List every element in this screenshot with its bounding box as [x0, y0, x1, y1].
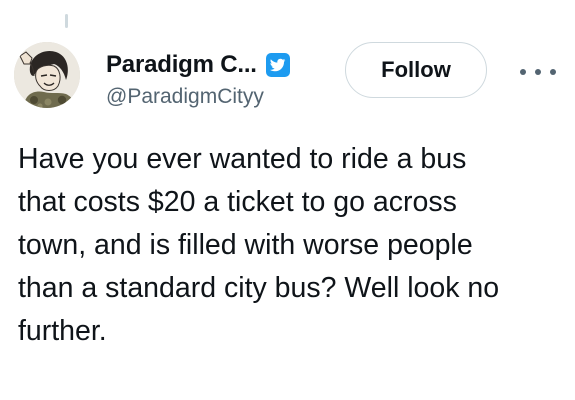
tweet-text-line: that costs $20 a ticket to go across: [18, 186, 457, 218]
tweet-text: Have you ever wanted to ride a bus that …: [18, 138, 563, 353]
tweet-text-line: further.: [18, 315, 107, 347]
tweet-text-line: than a standard city bus? Well look no: [18, 272, 500, 304]
tweet-text-line: Have you ever wanted to ride a bus: [18, 143, 467, 175]
more-dot: [535, 69, 541, 75]
more-dot: [550, 69, 556, 75]
avatar-image: [14, 42, 80, 108]
tweet-card: Paradigm C... @ParadigmCityy Follow Have…: [0, 0, 575, 400]
avatar[interactable]: [14, 42, 80, 108]
more-options-icon[interactable]: [520, 60, 556, 84]
tweet-text-line: town, and is filled with worse people: [18, 229, 473, 261]
follow-button[interactable]: Follow: [345, 42, 487, 98]
author-name-row: Paradigm C...: [106, 47, 291, 83]
verified-badge-icon: [265, 52, 291, 78]
author-handle[interactable]: @ParadigmCityy: [106, 85, 264, 109]
more-dot: [520, 69, 526, 75]
author-display-name[interactable]: Paradigm C...: [106, 51, 257, 79]
thread-connector-line: [65, 14, 68, 28]
